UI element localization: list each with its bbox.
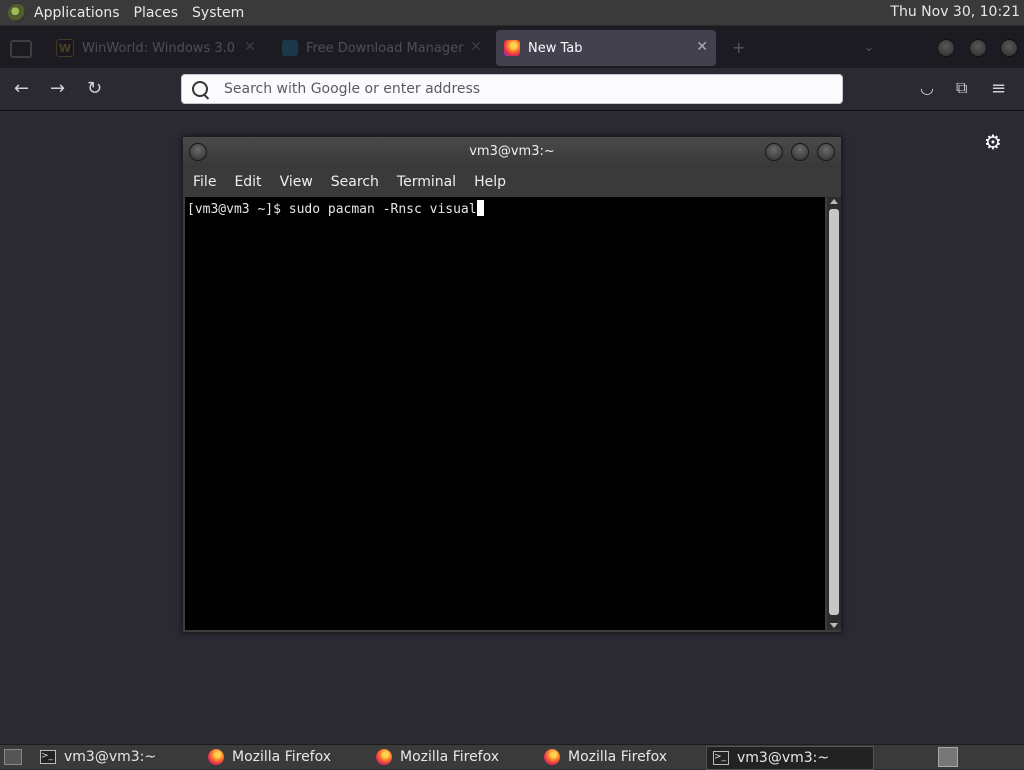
terminal-titlebar[interactable]: vm3@vm3:~ [183,137,841,167]
top-panel: Applications Places System Thu Nov 30, 1… [0,0,1024,26]
tab-label: WinWorld: Windows 3.0 [82,40,236,56]
window-close-button[interactable] [817,143,835,161]
scrollbar-thumb[interactable] [829,209,839,615]
window-close-button[interactable] [1000,39,1018,57]
taskbar-item-firefox[interactable]: Mozilla Firefox [370,746,530,768]
window-minimize-button[interactable] [937,39,955,57]
show-desktop-icon[interactable] [4,749,22,765]
taskbar-item-label: Mozilla Firefox [400,749,500,765]
url-input[interactable] [222,80,826,98]
firefox-icon [376,749,392,765]
close-icon[interactable]: ✕ [470,39,482,55]
search-icon [192,81,208,97]
workspace-switcher[interactable] [938,747,958,767]
menu-terminal[interactable]: Terminal [397,174,456,190]
reload-icon[interactable]: ↻ [87,78,102,99]
taskbar-item-label: vm3@vm3:~ [64,749,157,765]
terminal-icon: >_ [40,750,56,764]
taskbar-item-firefox[interactable]: Mozilla Firefox [538,746,698,768]
navigation-toolbar: ← → ↻ ◡ ⧉ ≡ [0,68,1024,111]
close-icon[interactable]: ✕ [696,39,708,55]
firefox-icon [544,749,560,765]
distro-logo-icon[interactable] [8,3,26,22]
terminal-window[interactable]: vm3@vm3:~ File Edit View Search Terminal… [182,136,842,633]
system-menu[interactable]: System [192,5,244,21]
window-minimize-button[interactable] [765,143,783,161]
window-maximize-button[interactable] [791,143,809,161]
taskbar-item-terminal[interactable]: >_ vm3@vm3:~ [34,746,194,768]
menu-view[interactable]: View [280,174,313,190]
panel-clock[interactable]: Thu Nov 30, 10:21 [890,4,1020,20]
back-arrow-icon[interactable]: ← [14,78,29,99]
close-icon[interactable]: ✕ [244,39,256,55]
chevron-down-icon[interactable]: ⌄ [864,40,880,56]
pocket-icon[interactable]: ◡ [920,78,934,97]
places-menu[interactable]: Places [134,5,179,21]
terminal-scrollbar[interactable] [827,197,841,630]
firefox-view-icon[interactable] [10,40,32,58]
scroll-up-arrow-icon[interactable] [830,199,838,204]
firefox-icon [208,749,224,765]
window-maximize-button[interactable] [969,39,987,57]
terminal-screen[interactable]: [vm3@vm3 ~]$ sudo pacman -Rnsc visual [185,197,825,630]
applications-menu[interactable]: Applications [34,5,120,21]
extensions-icon[interactable]: ⧉ [956,78,967,98]
terminal-icon: >_ [713,751,729,765]
hamburger-menu-icon[interactable]: ≡ [991,78,1006,99]
terminal-menubar: File Edit View Search Terminal Help [183,167,841,197]
address-bar[interactable] [181,74,843,104]
taskbar-item-terminal-active[interactable]: >_ vm3@vm3:~ [706,746,874,770]
command-text: [vm3@vm3 ~]$ sudo pacman -Rnsc visual [187,202,477,217]
taskbar-item-firefox[interactable]: Mozilla Firefox [202,746,362,768]
winworld-icon: W [56,39,74,57]
menu-edit[interactable]: Edit [234,174,261,190]
terminal-prompt-line: [vm3@vm3 ~]$ sudo pacman -Rnsc visual [187,200,484,217]
menu-file[interactable]: File [193,174,216,190]
tab-label: Free Download Manager [306,40,464,56]
menu-help[interactable]: Help [474,174,506,190]
new-tab-plus-icon[interactable]: + [732,38,745,57]
terminal-title: vm3@vm3:~ [469,144,555,159]
taskbar-item-label: Mozilla Firefox [568,749,668,765]
tab-strip: W WinWorld: Windows 3.0 ✕ Free Download … [0,26,1024,68]
firefox-icon [504,40,520,56]
tab-label: New Tab [528,40,583,56]
tab-free-download-manager[interactable]: Free Download Manager ✕ [274,30,490,66]
tab-winworld[interactable]: W WinWorld: Windows 3.0 ✕ [48,30,264,66]
taskbar: >_ vm3@vm3:~ Mozilla Firefox Mozilla Fir… [0,744,1024,770]
menu-search[interactable]: Search [331,174,379,190]
taskbar-item-label: Mozilla Firefox [232,749,332,765]
text-cursor [476,200,484,216]
gear-icon[interactable]: ⚙ [984,130,1002,154]
tab-new-tab[interactable]: New Tab ✕ [496,30,716,66]
fdm-icon [282,40,298,56]
taskbar-item-label: vm3@vm3:~ [737,750,830,766]
scroll-down-arrow-icon[interactable] [830,623,838,628]
forward-arrow-icon[interactable]: → [50,78,65,99]
